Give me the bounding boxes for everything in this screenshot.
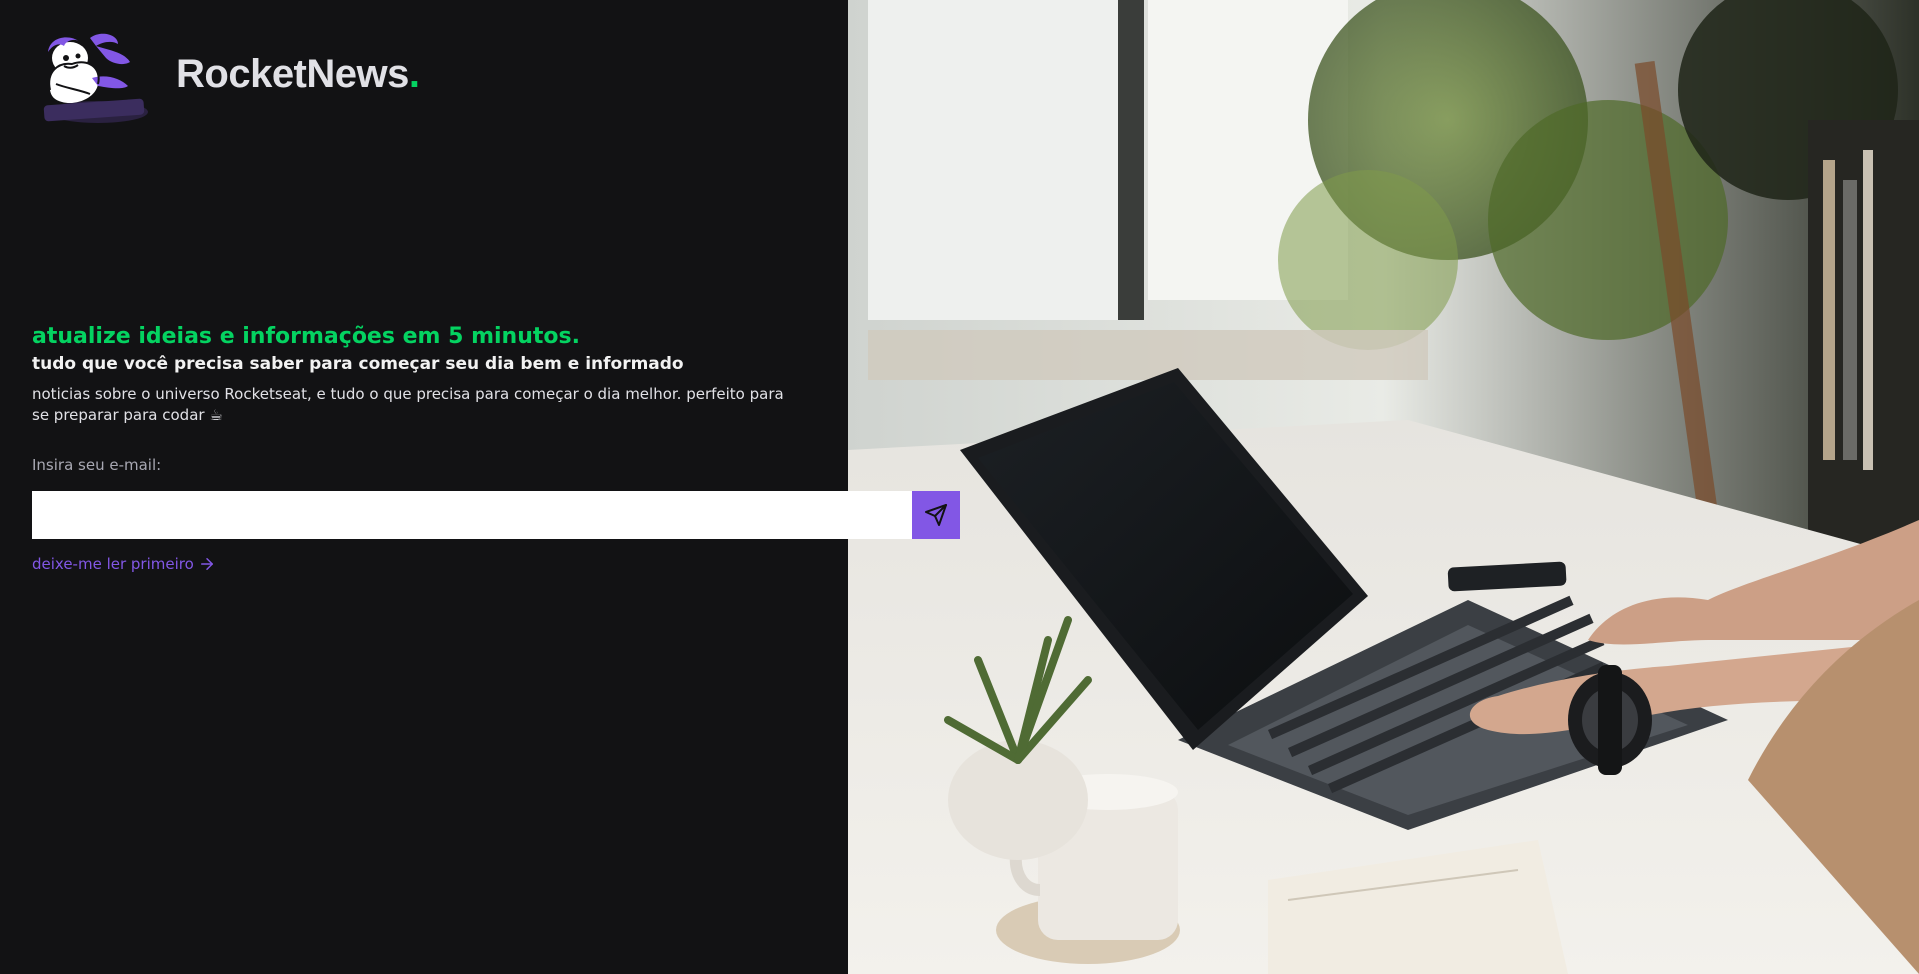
arrow-right-icon — [200, 558, 213, 570]
landing-page: RocketNews. atualize ideias e informaçõe… — [0, 0, 1919, 974]
read-first-label: deixe-me ler primeiro — [32, 555, 194, 573]
laptop-desk-photo — [848, 0, 1919, 974]
send-button[interactable] — [912, 491, 960, 539]
hero-subheadline: tudo que você precisa saber para começar… — [32, 354, 684, 374]
email-label: Insira seu e-mail: — [32, 456, 162, 474]
brand-dot: . — [408, 51, 420, 96]
hero-section: atualize ideias e informações em 5 minut… — [32, 322, 802, 426]
email-form — [32, 491, 960, 539]
hero-description: noticias sobre o universo Rocketseat, e … — [32, 385, 784, 424]
logo-area: RocketNews. — [36, 28, 420, 126]
hero-headline: atualize ideias e informações em 5 minut… — [32, 324, 580, 349]
send-icon — [925, 504, 947, 526]
hero-photo — [848, 0, 1919, 974]
read-first-link[interactable]: deixe-me ler primeiro — [32, 555, 216, 573]
left-panel: RocketNews. atualize ideias e informaçõe… — [0, 0, 848, 974]
brand-name: RocketNews. — [176, 52, 420, 97]
rocket-mascot-logo — [43, 33, 148, 123]
brand-text: RocketNews — [176, 51, 409, 96]
email-input[interactable] — [32, 491, 912, 539]
